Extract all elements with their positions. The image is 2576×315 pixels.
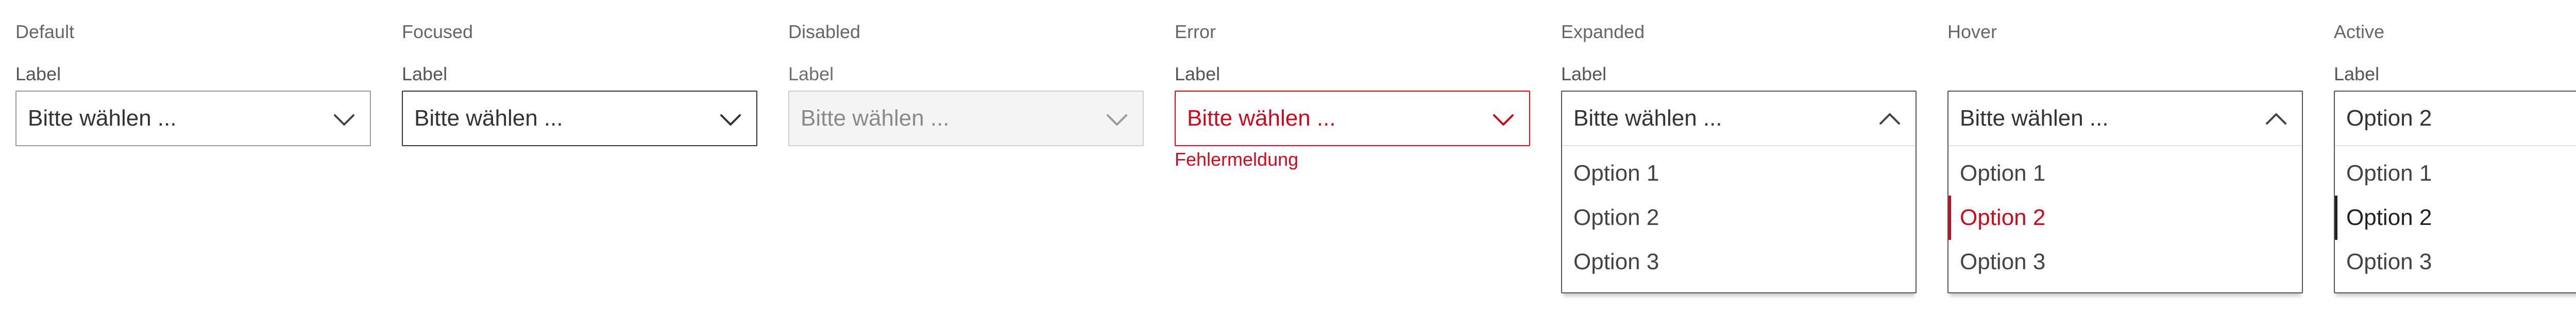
field-label: Label: [2334, 63, 2380, 84]
field-label: Label: [1175, 63, 1221, 84]
error-message: Fehlermeldung: [1175, 149, 1299, 170]
dropdown-option[interactable]: Option 1: [1948, 151, 2302, 196]
select-value: Option 2: [2346, 106, 2432, 131]
chevron-down-icon: [718, 107, 743, 132]
field-label: Label: [1561, 63, 1607, 84]
dropdown-option[interactable]: Option 2: [1562, 196, 1916, 240]
chevron-down-icon: [1491, 107, 1516, 132]
select-dropdown-open[interactable]: Bitte wählen ... Option 1 Option 2 Optio…: [1561, 91, 1917, 293]
select-value: Bitte wählen ...: [1187, 106, 1336, 131]
select-dropdown-open[interactable]: Option 2 Option 1 Option 2 Option 3: [2334, 91, 2576, 293]
select-value: Bitte wählen ...: [414, 106, 563, 131]
state-title: Active: [2334, 21, 2385, 42]
dropdown-option-hovered[interactable]: Option 2: [1948, 196, 2302, 240]
dropdown-option[interactable]: Option 3: [1948, 240, 2302, 284]
field-label: Label: [788, 63, 834, 84]
chevron-up-icon: [2264, 107, 2289, 132]
state-title: Hover: [1947, 21, 1997, 42]
select-dropdown[interactable]: Bitte wählen ...: [402, 91, 757, 146]
select-value: Bitte wählen ...: [1960, 106, 2109, 131]
select-value: Bitte wählen ...: [801, 106, 950, 131]
field-label: Label: [402, 63, 448, 84]
select-dropdown[interactable]: Bitte wählen ...: [1175, 91, 1530, 146]
select-header[interactable]: Option 2: [2335, 92, 2576, 146]
state-title: Default: [15, 21, 75, 42]
state-title: Focused: [402, 21, 473, 42]
state-title: Error: [1175, 21, 1216, 42]
field-label: Label: [15, 63, 61, 84]
chevron-up-icon: [1877, 107, 1902, 132]
select-header[interactable]: Bitte wählen ...: [1562, 92, 1916, 146]
state-title: Expanded: [1561, 21, 1645, 42]
select-header[interactable]: Bitte wählen ...: [1948, 92, 2302, 146]
dropdown-option[interactable]: Option 3: [2335, 240, 2576, 284]
state-title: Disabled: [788, 21, 861, 42]
select-dropdown-open[interactable]: Bitte wählen ... Option 1 Option 2 Optio…: [1947, 91, 2303, 293]
dropdown-option[interactable]: Option 1: [2335, 151, 2576, 196]
dropdown-option[interactable]: Option 3: [1562, 240, 1916, 284]
chevron-down-icon: [332, 107, 357, 132]
select-dropdown-disabled: Bitte wählen ...: [788, 91, 1144, 146]
chevron-down-icon: [1105, 107, 1129, 132]
select-dropdown[interactable]: Bitte wählen ...: [15, 91, 371, 146]
select-value: Bitte wählen ...: [1573, 106, 1722, 131]
dropdown-option-selected[interactable]: Option 2: [2335, 196, 2576, 240]
select-value: Bitte wählen ...: [28, 106, 177, 131]
dropdown-option[interactable]: Option 1: [1562, 151, 1916, 196]
